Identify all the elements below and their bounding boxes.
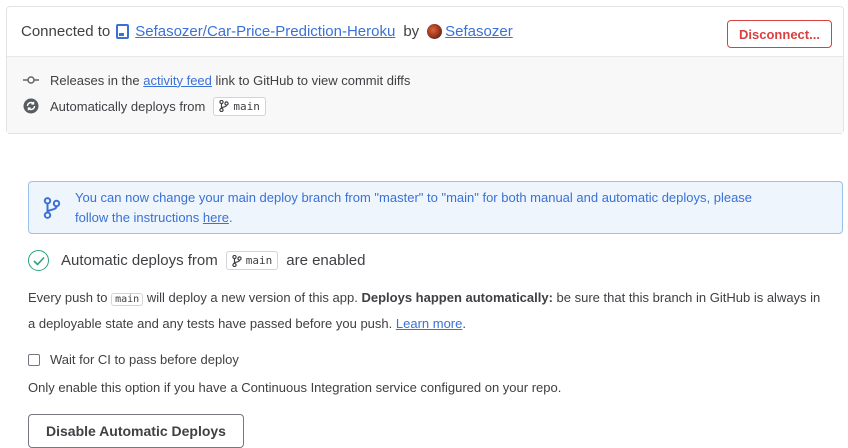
info-banner: You can now change your main deploy bran… (28, 181, 843, 234)
branch-badge: main (213, 96, 266, 116)
ci-option: Wait for CI to pass before deploy (28, 352, 239, 367)
banner-line-2: follow the instructions (75, 209, 200, 225)
desc-period: . (462, 316, 466, 331)
branch-icon (232, 254, 242, 267)
instructions-link[interactable]: here (203, 210, 229, 225)
auto-deploy-row: Automatically deploys from main (21, 93, 829, 119)
connection-card: Connected to Sefasozer/Car-Price-Predict… (6, 6, 844, 134)
releases-row: Releases in the activity feed link to Gi… (21, 67, 829, 93)
branch-name: main (233, 99, 260, 113)
commit-icon (21, 75, 41, 85)
check-circle-icon (28, 250, 49, 271)
releases-pre: Releases in the (50, 72, 140, 88)
connected-to-text: Connected to (21, 23, 111, 40)
desc-will-deploy: will deploy a new version of this app. (146, 290, 358, 305)
learn-more-link[interactable]: Learn more (396, 316, 462, 331)
deploy-description: Every push to main will deploy a new ver… (28, 286, 828, 336)
connection-header: Connected to Sefasozer/Car-Price-Predict… (7, 7, 843, 57)
branch-icon (219, 100, 230, 112)
branch-name: main (245, 254, 273, 267)
by-text: by (403, 23, 420, 40)
banner-line-1: You can now change your main deploy bran… (75, 189, 753, 205)
auto-deploy-label: Automatically deploys from (50, 98, 206, 114)
branch-code: main (111, 293, 144, 306)
connection-info: Releases in the activity feed link to Gi… (7, 57, 843, 133)
banner-period: . (228, 209, 233, 225)
status-pre: Automatic deploys from (61, 252, 218, 269)
status-post: are enabled (286, 252, 366, 269)
releases-post: link to GitHub to view commit diffs (215, 72, 411, 88)
avatar (427, 24, 443, 39)
wait-for-ci-checkbox[interactable] (28, 353, 40, 366)
user-link[interactable]: Sefasozer (445, 23, 513, 40)
desc-every-push: Every push to (28, 290, 108, 305)
desc-bold: Deploys happen automatically: (361, 290, 553, 305)
repo-link[interactable]: Sefasozer/Car-Price-Prediction-Heroku (135, 23, 395, 40)
wait-for-ci-label: Wait for CI to pass before deploy (50, 352, 239, 367)
repo-icon (116, 24, 130, 39)
sync-icon (21, 98, 41, 114)
ci-note: Only enable this option if you have a Co… (28, 380, 562, 395)
disable-automatic-deploys-button[interactable]: Disable Automatic Deploys (28, 414, 244, 448)
disconnect-button[interactable]: Disconnect... (727, 20, 832, 48)
branch-icon (29, 196, 75, 219)
banner-text: You can now change your main deploy bran… (75, 188, 764, 228)
auto-deploy-status: Automatic deploys from main are enabled (28, 250, 365, 271)
branch-badge: main (225, 251, 279, 270)
activity-feed-link[interactable]: activity feed (143, 73, 212, 88)
